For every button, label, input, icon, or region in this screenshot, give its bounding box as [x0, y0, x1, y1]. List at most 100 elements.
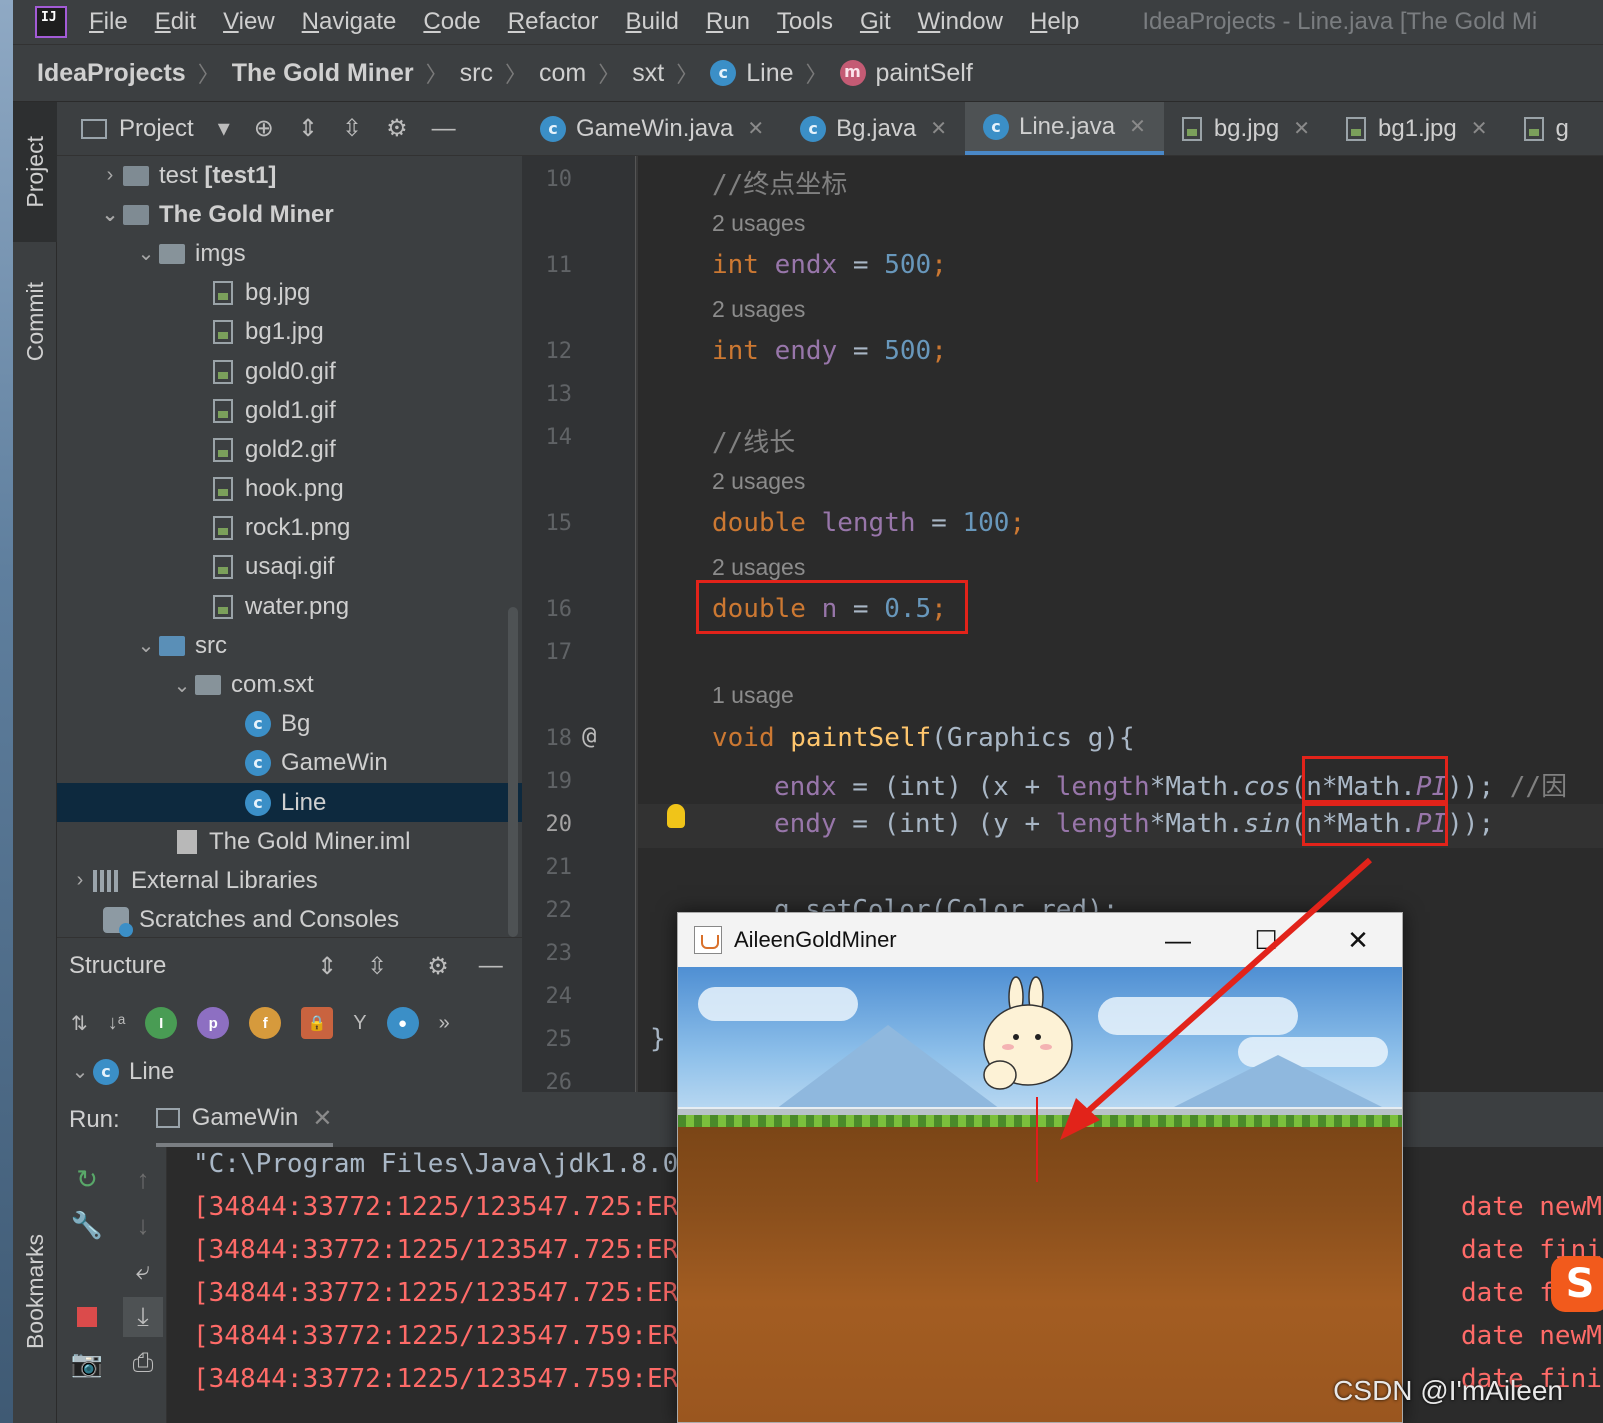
show-lambdas-icon[interactable]: Y — [353, 1012, 366, 1035]
sort-alphabetically-icon[interactable]: ↓ᵃ — [108, 1012, 125, 1035]
tree-node-com-sxt[interactable]: ⌄ com.sxt — [57, 665, 522, 704]
breadcrumb-sxt[interactable]: sxt — [632, 59, 664, 88]
more-icon[interactable]: » — [439, 1012, 450, 1035]
tree-node-gamewin[interactable]: c GameWin — [57, 744, 522, 783]
menu-navigate[interactable]: Navigate — [302, 8, 397, 36]
stop-icon[interactable] — [67, 1297, 107, 1337]
override-marker-icon[interactable]: @ — [582, 722, 596, 750]
menu-build[interactable]: Build — [626, 8, 679, 36]
rerun-icon[interactable]: ↻ — [67, 1159, 107, 1199]
collapse-all-icon[interactable]: ⇳ — [342, 114, 362, 143]
chevron-down-icon[interactable]: ⌄ — [169, 673, 195, 698]
usage-hint[interactable]: 2 usages — [712, 296, 805, 323]
chevron-down-icon[interactable]: ⌄ — [133, 241, 159, 266]
menu-code[interactable]: Code — [423, 8, 480, 36]
tree-node-hook-png[interactable]: hook.png — [57, 470, 522, 509]
close-icon[interactable]: ✕ — [312, 1104, 332, 1133]
chevron-right-icon[interactable]: › — [67, 869, 93, 892]
usage-hint[interactable]: 2 usages — [712, 468, 805, 495]
breadcrumb-src[interactable]: src — [460, 59, 493, 88]
close-icon[interactable]: ✕ — [1471, 116, 1488, 141]
tree-node-gold1-gif[interactable]: gold1.gif — [57, 391, 522, 430]
chevron-down-icon[interactable]: ⌄ — [133, 633, 159, 658]
menu-refactor[interactable]: Refactor — [508, 8, 599, 36]
game-window-titlebar[interactable]: AileenGoldMiner — ☐ ✕ — [678, 913, 1402, 967]
breadcrumb-ideaprojects[interactable]: IdeaProjects — [37, 59, 186, 88]
tree-node-bg-jpg[interactable]: bg.jpg — [57, 274, 522, 313]
expand-all-icon[interactable]: ⇕ — [317, 952, 337, 981]
tab-bg-jpg[interactable]: bg.jpg ✕ — [1164, 102, 1328, 155]
menu-run[interactable]: Run — [706, 8, 750, 36]
menu-git[interactable]: Git — [860, 8, 891, 36]
lightbulb-icon[interactable] — [667, 804, 685, 828]
usage-hint[interactable]: 1 usage — [712, 682, 794, 709]
tree-node-bg[interactable]: c Bg — [57, 705, 522, 744]
down-arrow-icon[interactable]: ↓ — [123, 1205, 163, 1245]
menu-file[interactable]: File — [89, 8, 128, 36]
maximize-button[interactable]: ☐ — [1246, 923, 1286, 957]
breadcrumb-com[interactable]: com — [539, 59, 586, 88]
tree-node-gold-miner[interactable]: ⌄ The Gold Miner — [57, 195, 522, 234]
game-canvas[interactable] — [678, 967, 1402, 1422]
tab-bg-java[interactable]: c Bg.java ✕ — [782, 102, 965, 155]
tree-node-rock1-png[interactable]: rock1.png — [57, 509, 522, 548]
tree-node-iml[interactable]: The Gold Miner.iml — [57, 822, 522, 861]
usage-hint[interactable]: 2 usages — [712, 554, 805, 581]
minimize-button[interactable]: — — [1158, 923, 1198, 957]
run-tab-gamewin[interactable]: GameWin ✕ — [155, 1093, 333, 1147]
tool-tab-project[interactable]: Project — [13, 102, 57, 242]
expand-all-icon[interactable]: ⇕ — [298, 114, 318, 143]
tree-node-test[interactable]: › test [test1] — [57, 156, 522, 195]
tree-node-gold2-gif[interactable]: gold2.gif — [57, 430, 522, 469]
tree-node-bg1-jpg[interactable]: bg1.jpg — [57, 313, 522, 352]
tree-node-src[interactable]: ⌄ src — [57, 626, 522, 665]
gear-icon[interactable]: ⚙ — [386, 114, 408, 143]
chevron-down-icon[interactable]: ⌄ — [97, 202, 123, 227]
tree-node-scratches[interactable]: Scratches and Consoles — [57, 901, 522, 940]
project-panel-title[interactable]: Project — [119, 115, 194, 143]
menu-help[interactable]: Help — [1030, 8, 1079, 36]
collapse-all-icon[interactable]: ⇳ — [367, 952, 387, 981]
show-non-public-icon[interactable]: 🔒 — [301, 1007, 334, 1039]
scroll-to-end-icon[interactable]: ⤓ — [123, 1297, 163, 1337]
sort-by-visibility-icon[interactable]: ⇅ — [71, 1011, 88, 1036]
camera-icon[interactable]: 📷 — [67, 1343, 107, 1383]
tree-node-usaqi-gif[interactable]: usaqi.gif — [57, 548, 522, 587]
close-button[interactable]: ✕ — [1338, 923, 1378, 957]
menu-edit[interactable]: Edit — [155, 8, 196, 36]
game-window[interactable]: AileenGoldMiner — ☐ ✕ — [677, 912, 1403, 1423]
tree-node-gold0-gif[interactable]: gold0.gif — [57, 352, 522, 391]
close-icon[interactable]: ✕ — [1293, 116, 1310, 141]
show-inherited-icon[interactable]: I — [145, 1007, 178, 1039]
tool-tab-commit[interactable]: Commit — [13, 252, 57, 392]
sogou-ime-icon[interactable]: S — [1551, 1256, 1603, 1312]
breadcrumb-line[interactable]: c Line — [710, 59, 794, 88]
tree-node-water-png[interactable]: water.png — [57, 587, 522, 626]
autoscroll-icon[interactable]: ● — [386, 1007, 419, 1039]
intellij-logo-icon[interactable]: IJ — [35, 6, 67, 38]
chevron-down-icon[interactable]: ⌄ — [67, 1059, 93, 1084]
show-properties-icon[interactable]: p — [197, 1007, 230, 1039]
tree-node-external-libraries[interactable]: › External Libraries — [57, 861, 522, 900]
tab-line-java[interactable]: c Line.java ✕ — [964, 102, 1164, 155]
close-icon[interactable]: ✕ — [747, 116, 764, 141]
minimize-icon[interactable]: — — [432, 115, 456, 143]
dropdown-icon[interactable]: ▾ — [218, 114, 230, 143]
close-icon[interactable]: ✕ — [1129, 114, 1146, 139]
minimize-icon[interactable]: — — [479, 952, 503, 980]
structure-root-line[interactable]: ⌄ c Line — [57, 1052, 522, 1091]
menu-view[interactable]: View — [223, 8, 275, 36]
project-scrollbar[interactable] — [508, 607, 518, 937]
chevron-right-icon[interactable]: › — [97, 164, 123, 187]
tree-node-line[interactable]: c Line — [57, 783, 522, 823]
tab-gamewin-java[interactable]: c GameWin.java ✕ — [522, 102, 782, 155]
up-arrow-icon[interactable]: ↑ — [123, 1159, 163, 1199]
breadcrumb-paintself[interactable]: m paintSelf — [839, 59, 973, 88]
gear-icon[interactable]: ⚙ — [427, 952, 449, 981]
tool-tab-bookmarks[interactable]: Bookmarks — [13, 1212, 57, 1372]
tree-node-imgs[interactable]: ⌄ imgs — [57, 234, 522, 273]
breadcrumb-the-gold-miner[interactable]: The Gold Miner — [232, 59, 414, 88]
show-fields-icon[interactable]: f — [249, 1007, 282, 1039]
print-icon[interactable]: ⎙ — [123, 1343, 163, 1383]
close-icon[interactable]: ✕ — [930, 116, 947, 141]
